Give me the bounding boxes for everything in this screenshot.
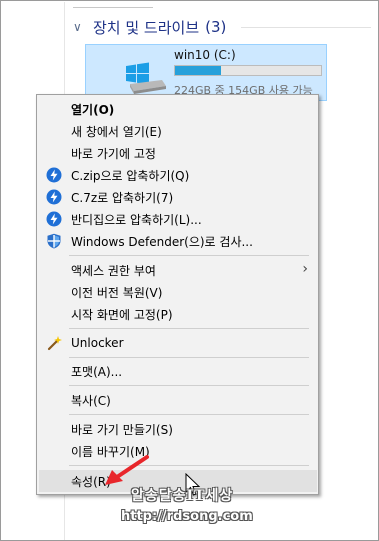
- bandizip-icon: [46, 211, 62, 227]
- menu-label: 액세스 권한 부여: [71, 263, 156, 278]
- chevron-down-icon[interactable]: ∨: [73, 20, 87, 34]
- drive-c-tile[interactable]: win10 (C:) 224GB 중 154GB 사용 가능: [85, 44, 327, 101]
- menu-label: 반디집으로 압축하기(L)...: [71, 212, 202, 227]
- menu-item-defender[interactable]: Windows Defender(으)로 검사...: [37, 230, 318, 252]
- menu-item-pin-start[interactable]: 시작 화면에 고정(P): [37, 303, 318, 325]
- group-divider: [241, 27, 371, 28]
- menu-label: 포맷(A)...: [71, 364, 123, 379]
- menu-item-open[interactable]: 열기(O): [37, 98, 318, 120]
- watermark-title: 알송달송IT세상: [131, 488, 234, 504]
- shield-icon: [47, 233, 61, 249]
- menu-label: 이전 버전 복원(V): [71, 285, 163, 300]
- menu-separator: [69, 328, 309, 329]
- bandizip-icon: [46, 167, 62, 183]
- group-count: (3): [205, 18, 227, 36]
- windows-drive-icon: [126, 62, 166, 94]
- menu-label: 시작 화면에 고정(P): [71, 307, 173, 322]
- menu-item-zip[interactable]: C.zip으로 압축하기(Q): [37, 164, 318, 186]
- menu-label: 열기(O): [71, 102, 115, 117]
- wand-icon: [47, 336, 62, 351]
- group-label: 장치 및 드라이브: [93, 18, 200, 37]
- menu-item-copy[interactable]: 복사(C): [37, 389, 318, 411]
- menu-item-unlocker[interactable]: Unlocker: [37, 332, 318, 354]
- previous-group-edge: [73, 1, 153, 8]
- menu-separator: [69, 255, 309, 256]
- menu-item-create-shortcut[interactable]: 바로 가기 만들기(S): [37, 418, 318, 440]
- red-arrow-annotation: [105, 455, 149, 485]
- menu-label: C.zip으로 압축하기(Q): [71, 168, 190, 183]
- menu-item-give-access[interactable]: 액세스 권한 부여 ›: [37, 259, 318, 281]
- explorer-window: ∨ 장치 및 드라이브 (3) win10 (C:) 224GB 중 154GB…: [0, 0, 379, 541]
- menu-item-restore-previous[interactable]: 이전 버전 복원(V): [37, 281, 318, 303]
- watermark: 알송달송IT세상 http://rdsong.com: [113, 483, 253, 533]
- menu-item-7z[interactable]: C.7z로 압축하기(7): [37, 186, 318, 208]
- drive-usage-bar: [174, 65, 322, 76]
- chevron-right-icon: ›: [302, 261, 308, 277]
- menu-label: Unlocker: [71, 336, 124, 350]
- menu-item-open-new-window[interactable]: 새 창에서 열기(E): [37, 120, 318, 142]
- context-menu: 열기(O) 새 창에서 열기(E) 바로 가기에 고정 C.zip으로 압축하기…: [36, 94, 319, 495]
- menu-item-pin-quick-access[interactable]: 바로 가기에 고정: [37, 142, 318, 164]
- menu-separator: [69, 385, 309, 386]
- menu-label: C.7z로 압축하기(7): [71, 190, 174, 205]
- watermark-url: http://rdsong.com: [121, 509, 253, 524]
- menu-item-bandizip[interactable]: 반디집으로 압축하기(L)...: [37, 208, 318, 230]
- group-header-devices[interactable]: ∨ 장치 및 드라이브 (3): [73, 16, 226, 38]
- drive-name: win10 (C:): [174, 48, 236, 62]
- menu-separator: [69, 357, 309, 358]
- menu-label: Windows Defender(으)로 검사...: [71, 234, 253, 249]
- menu-label: 복사(C): [71, 393, 111, 408]
- menu-label: 바로 가기 만들기(S): [71, 422, 173, 437]
- menu-label: 새 창에서 열기(E): [71, 124, 162, 139]
- menu-item-rename[interactable]: 이름 바꾸기(M): [37, 440, 318, 462]
- drive-usage-fill: [175, 66, 221, 75]
- menu-item-format[interactable]: 포맷(A)...: [37, 360, 318, 382]
- menu-label: 바로 가기에 고정: [71, 146, 156, 161]
- bandizip-icon: [46, 189, 62, 205]
- menu-separator: [69, 414, 309, 415]
